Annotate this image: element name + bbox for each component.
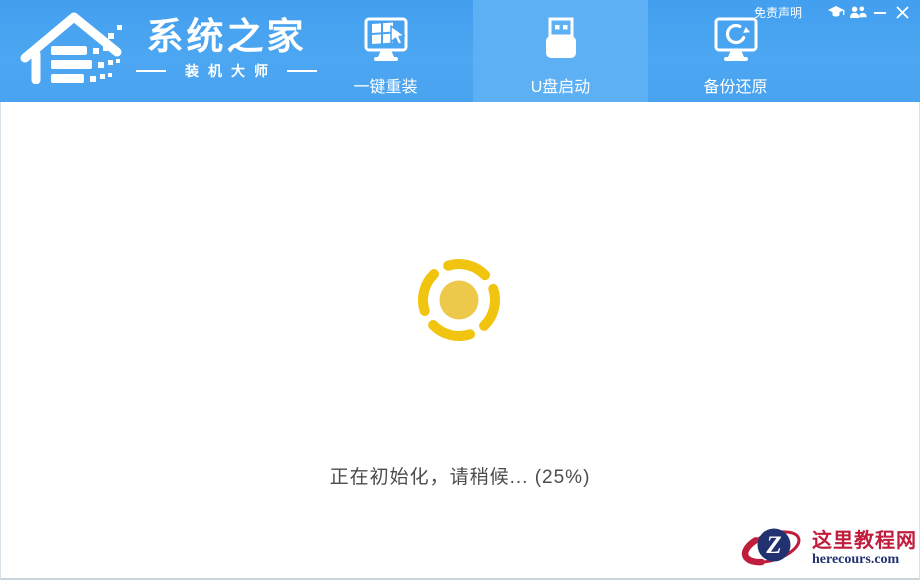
brand: 系统之家 装机大师	[20, 8, 317, 89]
tab-label: 一键重装	[353, 73, 417, 97]
main-content: 正在初始化，请稍候... (25%) Z 这里教程网 herecours.com	[0, 102, 920, 580]
watermark-letter: Z	[765, 532, 781, 559]
watermark-site-url: herecours.com	[812, 552, 899, 567]
watermark-site-name: 这里教程网	[812, 530, 917, 552]
monitor-windows-icon	[358, 15, 414, 71]
window-controls: 免责声明	[754, 3, 912, 21]
tab-label: U盘启动	[531, 73, 591, 97]
house-pixel-icon	[20, 8, 124, 89]
dash-left	[136, 70, 166, 72]
app-window: 系统之家 装机大师	[0, 0, 920, 580]
minimize-button[interactable]	[870, 3, 890, 21]
watermark: Z 这里教程网 herecours.com	[740, 521, 918, 577]
brand-text: 系统之家 装机大师	[136, 16, 317, 82]
watermark-logo: Z	[741, 522, 807, 575]
close-button[interactable]	[892, 3, 912, 21]
disclaimer-link[interactable]: 免责声明	[754, 4, 802, 21]
tab-label: 备份还原	[703, 73, 767, 97]
graduation-cap-icon[interactable]	[826, 3, 846, 21]
tab-usb-boot[interactable]: U盘启动	[473, 0, 648, 102]
brand-subtitle-label: 装机大师	[176, 61, 277, 81]
watermark-text: 这里教程网 herecours.com	[812, 530, 917, 567]
loading-status-text: 正在初始化，请稍候... (25%)	[1, 462, 919, 489]
brand-subtitle: 装机大师	[136, 61, 317, 81]
close-icon	[896, 6, 909, 19]
tab-one-key-reinstall[interactable]: 一键重装	[298, 0, 473, 102]
users-icon[interactable]	[848, 3, 868, 21]
usb-drive-icon	[533, 15, 589, 71]
minimize-icon	[874, 6, 887, 18]
main-tabs: 一键重装 U盘启动	[298, 0, 823, 102]
monitor-restore-icon	[708, 15, 764, 71]
header-bar: 系统之家 装机大师	[0, 0, 920, 102]
loading-spinner	[413, 254, 505, 346]
brand-title: 系统之家	[147, 16, 307, 59]
